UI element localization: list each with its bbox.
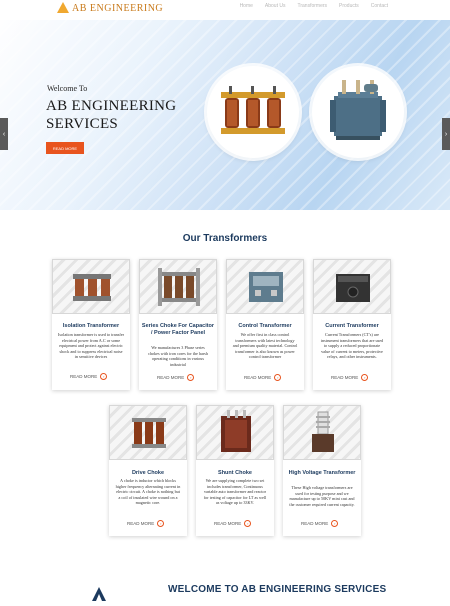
- hero-welcome-text: Welcome To: [47, 84, 88, 93]
- nav-item-about[interactable]: About Us: [265, 3, 286, 9]
- arrow-circle-icon: ›: [244, 520, 252, 527]
- arrow-circle-icon: ›: [331, 520, 339, 527]
- card-image: [196, 405, 274, 460]
- card-read-more-link[interactable]: READ MORE ›: [214, 520, 252, 527]
- card-title: Current Transformer: [325, 323, 379, 329]
- bottom-logo-icon: [91, 585, 107, 601]
- card-drive-choke: Drive Choke A choke is inductor which bl…: [109, 405, 187, 536]
- hero-banner: Welcome To AB ENGINEERING SERVICES READ …: [0, 20, 450, 210]
- hero-image-dry-transformer: [207, 66, 299, 158]
- card-image: [313, 259, 391, 314]
- card-title: Control Transformer: [238, 323, 292, 329]
- hero-image-oil-transformer: [312, 66, 404, 158]
- card-description: We manufactures 3 Phase series chokes wi…: [147, 345, 208, 367]
- read-more-label: READ MORE: [157, 375, 185, 380]
- card-high-voltage-transformer: High Voltage Transformer These High volt…: [283, 405, 361, 536]
- card-control-transformer: Control Transformer We offer first in cl…: [226, 259, 304, 390]
- arrow-circle-icon: ›: [361, 374, 369, 381]
- read-more-label: READ MORE: [331, 375, 359, 380]
- card-image: [109, 405, 187, 460]
- card-description: We are supplying complete two set includ…: [203, 478, 267, 505]
- card-read-more-link[interactable]: READ MORE ›: [331, 374, 369, 381]
- logo-text: AB ENGINEERING: [72, 2, 164, 14]
- read-more-label: READ MORE: [244, 375, 272, 380]
- card-image: [52, 259, 130, 314]
- read-more-label: READ MORE: [214, 521, 242, 526]
- slider-prev-button[interactable]: ‹: [0, 118, 8, 150]
- card-description: We offer first in class control transfor…: [232, 332, 298, 359]
- card-image: [283, 405, 361, 460]
- nav-item-products[interactable]: Products: [339, 3, 359, 9]
- card-description: Isolation transformer is used to transfe…: [58, 332, 124, 359]
- main-nav: Home About Us Transformers Products Cont…: [240, 3, 388, 9]
- chevron-right-icon: ›: [444, 130, 448, 138]
- card-description: These High voltage transformers are used…: [289, 485, 355, 507]
- card-title: Drive Choke: [131, 470, 165, 476]
- chevron-left-icon: ‹: [2, 130, 6, 138]
- site-header: AB ENGINEERING Home About Us Transformer…: [0, 0, 450, 20]
- site-logo[interactable]: AB ENGINEERING: [56, 0, 163, 16]
- section-title: Our Transformers: [182, 233, 268, 244]
- arrow-circle-icon: ›: [187, 374, 195, 381]
- card-image: [226, 259, 304, 314]
- card-title: High Voltage Transformer: [288, 470, 356, 476]
- card-series-choke: Series Choke For Capacitor / Power Facto…: [139, 259, 217, 390]
- card-read-more-link[interactable]: READ MORE ›: [244, 374, 282, 381]
- arrow-circle-icon: ›: [157, 520, 165, 527]
- arrow-circle-icon: ›: [100, 373, 108, 380]
- read-more-label: READ MORE: [127, 521, 155, 526]
- slider-next-button[interactable]: ›: [442, 118, 450, 150]
- card-current-transformer: Current Transformer Current Transformers…: [313, 259, 391, 390]
- welcome-section-title: WELCOME TO AB ENGINEERING SERVICES: [168, 584, 387, 595]
- card-title: Shunt Choke: [218, 470, 252, 476]
- card-description: A choke is inductor which blocks higher …: [115, 478, 181, 505]
- card-description: Current Transformers (CT's) are instrume…: [320, 332, 384, 359]
- nav-item-transformers[interactable]: Transformers: [297, 3, 327, 9]
- card-read-more-link[interactable]: READ MORE ›: [127, 520, 165, 527]
- read-more-label: READ MORE: [301, 521, 329, 526]
- card-title: Isolation Transformer: [62, 323, 120, 329]
- hero-read-more-button[interactable]: READ MORE: [46, 142, 84, 154]
- card-read-more-link[interactable]: READ MORE ›: [157, 374, 195, 381]
- read-more-label: READ MORE: [70, 374, 98, 379]
- card-shunt-choke: Shunt Choke We are supplying complete tw…: [196, 405, 274, 536]
- card-isolation-transformer: Isolation Transformer Isolation transfor…: [52, 259, 130, 390]
- hero-title: AB ENGINEERING SERVICES: [46, 98, 177, 132]
- card-title: Series Choke For Capacitor / Power Facto…: [141, 323, 215, 336]
- card-read-more-link[interactable]: READ MORE ›: [70, 373, 108, 380]
- nav-item-home[interactable]: Home: [240, 3, 253, 9]
- nav-item-contact[interactable]: Contact: [371, 3, 388, 9]
- arrow-circle-icon: ›: [274, 374, 282, 381]
- logo-triangle-icon: [56, 2, 70, 14]
- card-read-more-link[interactable]: READ MORE ›: [301, 520, 339, 527]
- card-image: [139, 259, 217, 314]
